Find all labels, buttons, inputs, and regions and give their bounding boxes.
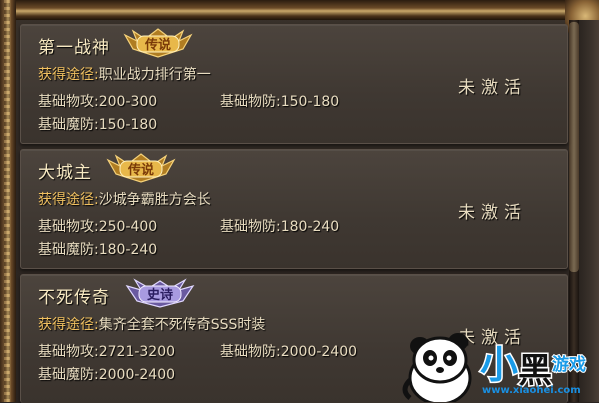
badge-label: 史诗	[147, 287, 173, 303]
source-value: 集齐全套不死传奇SSS时装	[98, 317, 266, 333]
panda-mascot-icon	[402, 333, 472, 402]
title-name: 第一战神	[38, 38, 110, 58]
defense-label: 基础物防:	[220, 94, 281, 110]
magic-defense-row: 基础魔防:150-180	[38, 114, 157, 134]
panel-top-border	[0, 0, 599, 20]
title-card-first-war-god[interactable]: 第一战神 传说 获得途径:职业战力排行第一 基础物攻:200-300 基础物防:…	[20, 24, 568, 144]
magic-defense-value: 2000-2400	[98, 367, 176, 383]
attack-label: 基础物攻:	[38, 94, 99, 110]
brand-wordmark: 小 黑 游戏	[479, 342, 588, 393]
title-card-city-lord[interactable]: 大城主 传说 获得途径:沙城争霸胜方会长 基础物攻:250-400 基础物防:1…	[20, 149, 568, 269]
attack-value: 250-400	[98, 219, 158, 235]
source-label: 获得途径:	[38, 67, 99, 83]
source-value: 职业战力排行第一	[98, 67, 211, 83]
defense-value: 2000-2400	[280, 344, 358, 360]
svg-text:游戏: 游戏	[552, 354, 586, 375]
attack-defense-row: 基础物攻:200-300 基础物防:150-180	[38, 91, 339, 111]
watermark-url: www.xiaohei.com	[482, 385, 581, 396]
defense-label: 基础物防:	[220, 219, 281, 235]
badge-label: 传说	[144, 37, 171, 53]
source-row: 获得途径:沙城争霸胜方会长	[38, 189, 211, 209]
magic-defense-label: 基础魔防:	[38, 242, 99, 258]
attack-label: 基础物攻:	[38, 219, 99, 235]
status-label: 未激活	[458, 203, 527, 223]
attack-value: 2721-3200	[98, 344, 176, 360]
magic-defense-row: 基础魔防:2000-2400	[38, 364, 175, 384]
attack-defense-row: 基础物攻:250-400 基础物防:180-240	[38, 216, 339, 236]
title-name: 不死传奇	[38, 288, 110, 308]
attack-defense-row: 基础物攻:2721-3200 基础物防:2000-2400	[38, 341, 357, 361]
panel-left-border	[0, 0, 16, 402]
source-value: 沙城争霸胜方会长	[98, 192, 211, 208]
magic-defense-row: 基础魔防:180-240	[38, 239, 157, 259]
status-label: 未激活	[458, 78, 527, 98]
badge-label: 传说	[127, 162, 154, 178]
title-name: 大城主	[38, 163, 92, 183]
attack-label: 基础物攻:	[38, 344, 99, 360]
source-row: 获得途径:集齐全套不死传奇SSS时装	[38, 314, 265, 334]
scrollbar-thumb[interactable]	[569, 22, 579, 272]
defense-label: 基础物防:	[220, 344, 281, 360]
epic-badge-icon: 史诗	[125, 278, 195, 308]
magic-defense-value: 180-240	[98, 242, 158, 258]
attack-value: 200-300	[98, 94, 158, 110]
source-label: 获得途径:	[38, 192, 99, 208]
legend-badge-icon: 传说	[106, 153, 176, 183]
defense-value: 180-240	[280, 219, 340, 235]
defense-value: 150-180	[280, 94, 340, 110]
svg-text:小: 小	[480, 343, 518, 387]
source-row: 获得途径:职业战力排行第一	[38, 64, 211, 84]
magic-defense-label: 基础魔防:	[38, 117, 99, 133]
magic-defense-value: 150-180	[98, 117, 158, 133]
source-label: 获得途径:	[38, 317, 99, 333]
magic-defense-label: 基础魔防:	[38, 367, 99, 383]
legend-badge-icon: 传说	[123, 28, 193, 58]
